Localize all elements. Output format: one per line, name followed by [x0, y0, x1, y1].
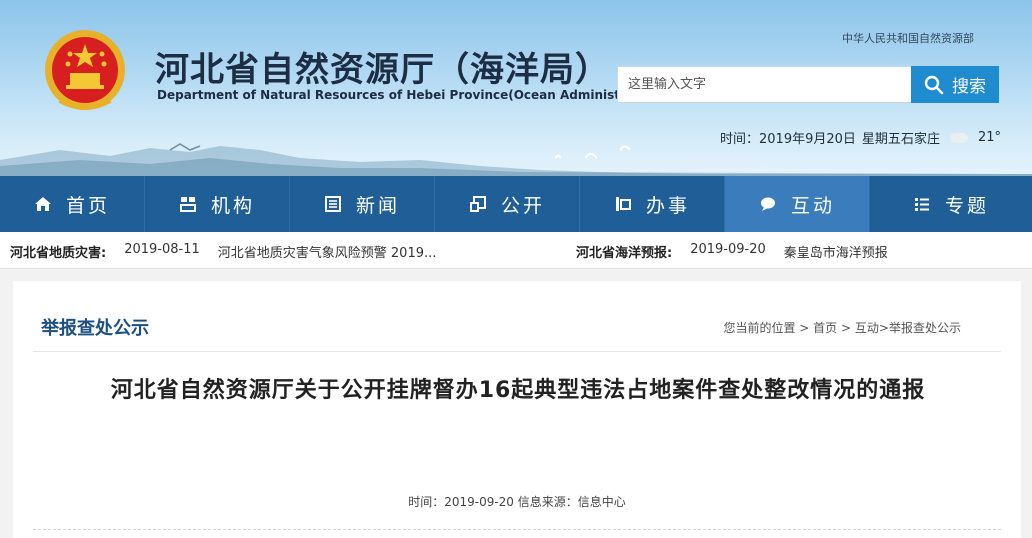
breadcrumb: 您当前的位置 > 首页 > 互动>举报查处公示: [723, 319, 961, 336]
nav-label: 机构: [210, 194, 255, 217]
nav-item-service[interactable]: 办事: [580, 176, 725, 232]
section-title: 举报查处公示: [41, 318, 149, 339]
breadcrumb-interact[interactable]: 互动: [855, 321, 879, 335]
cloud-icon: [949, 132, 968, 143]
nav-item-org[interactable]: 机构: [145, 176, 290, 232]
ticker-label: 河北省地质灾害:: [10, 246, 107, 261]
ticker-date: 2019-09-20: [690, 242, 766, 257]
ticker-label: 河北省海洋预报:: [576, 246, 673, 261]
service-icon: [615, 197, 631, 211]
search-icon: [924, 75, 944, 94]
ticker-link[interactable]: 秦皇岛市海洋预报: [784, 242, 888, 261]
breadcrumb-separator: >: [878, 321, 889, 335]
list-icon: [914, 198, 929, 211]
national-emblem-icon: [45, 30, 125, 110]
date-value: 2019年9月20日: [759, 132, 856, 147]
article-title: 河北省自然资源厅关于公开挂牌督办16起典型违法占地案件查处整改情况的通报: [110, 378, 926, 403]
site-subtitle: Department of Natural Resources of Hebei…: [157, 88, 667, 102]
nav-item-topics[interactable]: 专题: [870, 176, 1032, 232]
search-button-label: 搜索: [952, 77, 986, 97]
breadcrumb-home[interactable]: 首页: [813, 321, 837, 335]
nav-label: 公开: [500, 194, 545, 217]
ticker-link[interactable]: 河北省地质灾害气象风险预警 2019...: [218, 242, 437, 261]
divider: [33, 529, 1001, 530]
nav-label: 新闻: [355, 194, 400, 217]
ticker-geo-hazard: 河北省地质灾害: 2019-08-11 河北省地质灾害气象风险预警 2019..…: [10, 242, 436, 261]
nav-item-public[interactable]: 公开: [435, 176, 580, 232]
breadcrumb-prefix: 您当前的位置: [723, 321, 796, 335]
date-weather: 时间： 2019年9月20日 星期五 石家庄 21°: [720, 128, 1001, 147]
home-icon: [34, 197, 51, 211]
meta-time: 2019-09-20: [444, 495, 514, 509]
ticker-ocean-forecast: 河北省海洋预报: 2019-09-20 秦皇岛市海洋预报: [576, 242, 888, 261]
nav-label: 首页: [65, 194, 110, 217]
nav-label: 互动: [790, 194, 835, 217]
temperature-value: 21°: [977, 130, 1001, 145]
nav-item-interact[interactable]: 互动: [725, 176, 870, 232]
date-label: 时间：: [720, 132, 760, 147]
news-icon: [324, 196, 341, 212]
chat-icon: [760, 197, 775, 211]
ticker-date: 2019-08-11: [124, 242, 200, 257]
meta-source-label: 信息来源：: [517, 495, 578, 509]
nav-item-news[interactable]: 新闻: [290, 176, 435, 232]
search-button[interactable]: 搜索: [911, 66, 999, 103]
site-header: 河北省自然资源厅（海洋局） Department of Natural Reso…: [0, 0, 1032, 176]
city-value: 石家庄: [900, 132, 940, 147]
search-input[interactable]: [617, 66, 912, 103]
ministry-link[interactable]: 中华人民共和国自然资源部: [842, 30, 974, 46]
nav-item-home[interactable]: 首页: [0, 176, 145, 232]
site-title: 河北省自然资源厅（海洋局）: [155, 50, 610, 90]
meta-time-label: 时间：: [408, 495, 445, 509]
breadcrumb-current[interactable]: 举报查处公示: [889, 321, 961, 335]
main-nav: 首页 机构 新闻 公开 办事 互动 专题: [0, 176, 1032, 232]
nav-label: 专题: [944, 194, 989, 217]
divider: [33, 351, 1001, 352]
breadcrumb-separator: >: [841, 321, 852, 335]
public-icon: [469, 196, 486, 212]
news-ticker: 河北省地质灾害: 2019-08-11 河北省地质灾害气象风险预警 2019..…: [0, 232, 1032, 269]
article-meta: 时间：2019-09-20 信息来源：信息中心: [13, 493, 1021, 510]
org-icon: [179, 197, 196, 212]
breadcrumb-separator: >: [799, 321, 810, 335]
weekday-value: 星期五: [861, 132, 901, 147]
nav-label: 办事: [645, 194, 690, 217]
content-panel: 举报查处公示 您当前的位置 > 首页 > 互动>举报查处公示 河北省自然资源厅关…: [13, 281, 1021, 538]
meta-source: 信息中心: [577, 495, 626, 509]
